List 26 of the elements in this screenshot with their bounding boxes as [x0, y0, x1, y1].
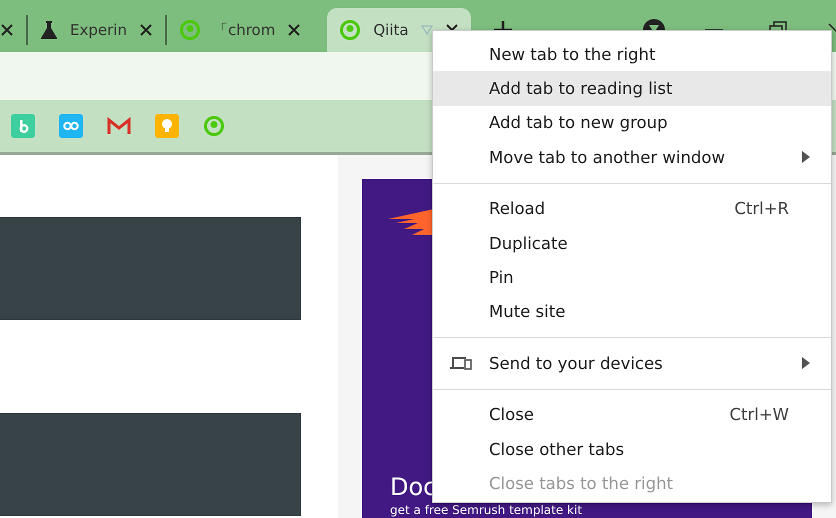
menu-item[interactable]: Duplicate — [433, 226, 831, 260]
menu-item[interactable]: Pin — [433, 260, 831, 295]
devices-icon — [449, 355, 473, 372]
close-icon[interactable] — [287, 23, 302, 37]
menu-item[interactable]: Reload Ctrl+R — [433, 192, 831, 226]
tab-title: Qiita — [373, 21, 409, 39]
flask-icon — [40, 20, 58, 40]
tab[interactable]: 「chrom — [166, 8, 314, 52]
shortcut-label: Ctrl+R — [734, 199, 789, 218]
menu-item[interactable]: Add tab to reading list — [433, 71, 831, 106]
mail-icon[interactable] — [107, 116, 131, 136]
menu-item[interactable]: Add tab to new group — [433, 106, 831, 140]
shortcut-label: Ctrl+W — [730, 405, 789, 424]
menu-item[interactable]: Close Ctrl+W — [433, 398, 831, 432]
ring-icon — [178, 19, 201, 41]
close-icon[interactable] — [0, 23, 14, 37]
ring-icon — [339, 19, 362, 41]
menu-item[interactable]: Mute site — [433, 294, 831, 330]
menu-item[interactable]: Close other tabs — [433, 432, 831, 466]
menu-item[interactable]: Move tab to another window — [433, 140, 831, 175]
tab[interactable]: Experin — [28, 8, 165, 52]
tab-title: Experin — [70, 21, 127, 39]
ad-headline: get a free Semrush template kit — [390, 503, 582, 518]
tab-title: 「chrom — [212, 20, 276, 40]
menu-item[interactable]: Send to your devices — [433, 346, 831, 381]
close-icon[interactable] — [138, 23, 153, 37]
